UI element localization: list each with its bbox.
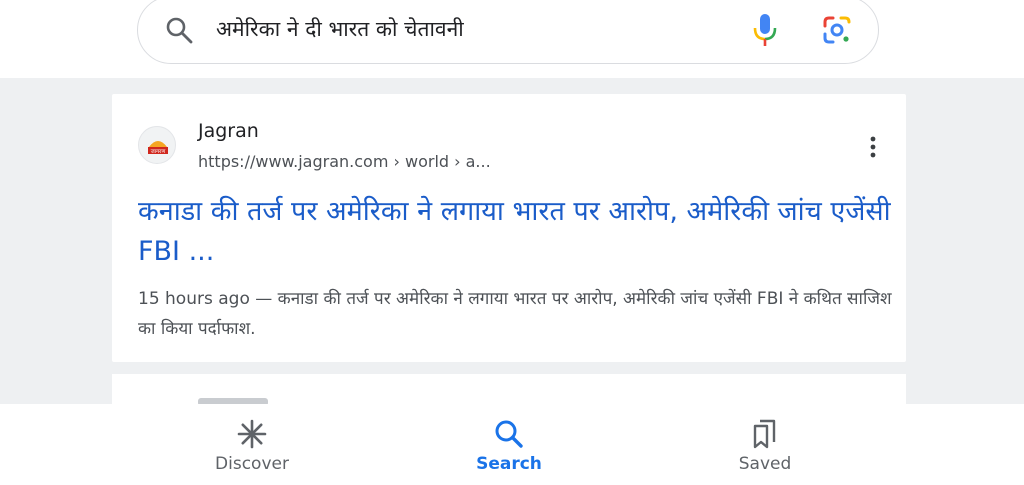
bookmarks-icon <box>753 419 776 449</box>
nav-search[interactable]: Search <box>429 418 589 482</box>
nav-saved[interactable]: Saved <box>685 418 845 482</box>
jagran-logo: जागरण <box>138 126 176 164</box>
google-lens-icon[interactable] <box>822 15 852 45</box>
microphone-icon[interactable] <box>752 13 778 47</box>
search-bar[interactable]: अमेरिका ने दी भारत को चेतावनी <box>137 0 879 64</box>
source-url[interactable]: https://www.jagran.com › world › a... <box>198 152 491 171</box>
result-snippet: 15 hours ago — कनाडा की तर्ज पर अमेरिका … <box>138 284 898 344</box>
nav-discover[interactable]: Discover <box>172 418 332 482</box>
search-icon[interactable] <box>164 15 194 45</box>
result-snippet-text: — कनाडा की तर्ज पर अमेरिका ने लगाया भारत… <box>138 289 892 339</box>
more-options-icon[interactable] <box>864 134 882 160</box>
nav-discover-label: Discover <box>215 454 289 474</box>
jagran-logo-graphic: जागरण <box>148 141 168 155</box>
result-time: 15 hours ago <box>138 289 250 309</box>
nav-saved-label: Saved <box>738 454 792 474</box>
result-title-link[interactable]: कनाडा की तर्ज पर अमेरिका ने लगाया भारत प… <box>138 192 898 272</box>
bottom-navigation: Discover Search Saved <box>0 404 1024 485</box>
source-name[interactable]: Jagran <box>198 120 259 142</box>
search-icon <box>495 420 523 448</box>
search-header: अमेरिका ने दी भारत को चेतावनी <box>0 0 1024 78</box>
asterisk-icon <box>237 419 267 449</box>
search-result-card[interactable]: जागरण Jagran https://www.jagran.com › wo… <box>112 94 906 362</box>
jagran-logo-text: जागरण <box>151 149 167 155</box>
nav-search-label: Search <box>476 454 542 474</box>
search-query-text[interactable]: अमेरिका ने दी भारत को चेतावनी <box>216 15 464 43</box>
google-app-page: अमेरिका ने दी भारत को चेतावनी जागरण Jagr… <box>0 0 1024 485</box>
